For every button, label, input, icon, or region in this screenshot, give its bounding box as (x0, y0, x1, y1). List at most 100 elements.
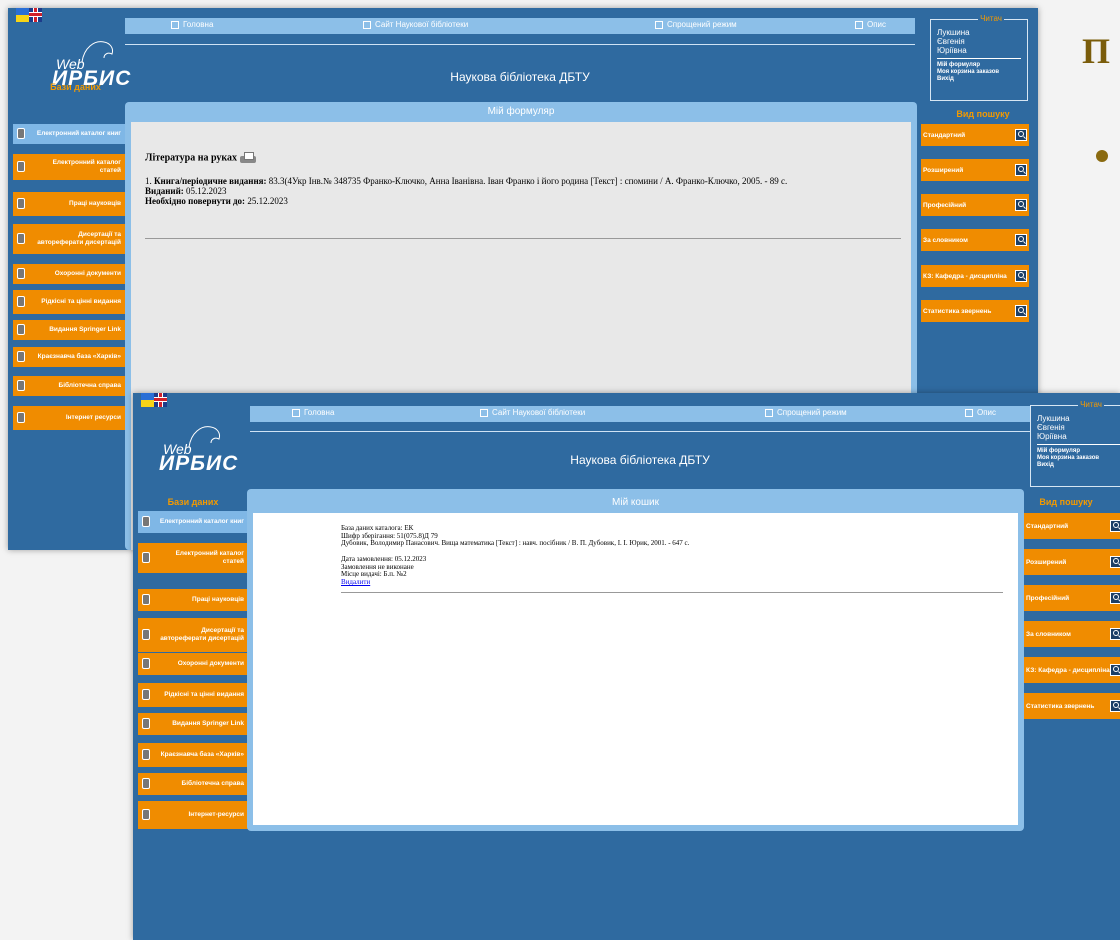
database-item[interactable]: Електронний каталог книг (13, 124, 125, 144)
database-item[interactable]: Дисертації та автореферати дисертацій (138, 618, 248, 652)
reader-divider (1037, 444, 1120, 445)
nav-library-site[interactable]: Сайт Наукової бібліотеки (363, 20, 468, 29)
database-label: Видання Springer Link (172, 720, 244, 727)
database-icon (17, 296, 25, 307)
search-type-item[interactable]: Розширений (1024, 549, 1120, 575)
database-item[interactable]: Охоронні документи (138, 653, 248, 675)
panel-body: База даних каталога: ЕК Шифр зберігання:… (253, 513, 1018, 825)
site-title: Наукова бібліотека ДБТУ (450, 70, 590, 84)
database-icon (142, 689, 150, 700)
database-item[interactable]: Краєзнавча база «Харків» (13, 347, 125, 367)
exit-link[interactable]: Вихід (937, 76, 999, 83)
database-item[interactable]: Праці науковців (13, 192, 125, 216)
database-icon (17, 380, 25, 391)
database-icon (17, 412, 25, 423)
search-type-item[interactable]: КЗ: Кафедра - дисципліна (921, 265, 1029, 287)
delete-link[interactable]: Видалити (341, 578, 1001, 587)
exit-link[interactable]: Вихід (1037, 462, 1099, 469)
search-icon[interactable] (1110, 592, 1120, 604)
search-type-item[interactable]: Стандартний (921, 124, 1029, 146)
language-flags[interactable] (141, 393, 167, 407)
database-label: Електронний каталог статей (175, 550, 244, 565)
nav-library-site[interactable]: Сайт Наукової бібліотеки (480, 408, 585, 417)
nav-simple-mode[interactable]: Спрощений режим (765, 408, 847, 417)
database-label: Електронний каталог книг (159, 518, 244, 525)
ukrainian-flag-icon[interactable] (141, 393, 154, 407)
reader-patronymic: Юріївна (937, 46, 967, 55)
search-icon[interactable] (1110, 700, 1120, 712)
database-item[interactable]: Інтернет-ресурси (138, 801, 248, 829)
database-item[interactable]: Бібліотечна справа (13, 376, 125, 396)
database-icon (17, 128, 25, 139)
my-form-link[interactable]: Мій формуляр (937, 62, 999, 69)
nav-home[interactable]: Головна (292, 408, 334, 417)
database-item[interactable]: Краєзнавча база «Харків» (138, 743, 248, 767)
my-form-link[interactable]: Мій формуляр (1037, 448, 1099, 455)
database-item[interactable]: Дисертації та автореферати дисертацій (13, 224, 125, 254)
database-item[interactable]: Рідкісні та цінні видання (13, 290, 125, 314)
search-type-item[interactable]: За словником (921, 229, 1029, 251)
search-icon[interactable] (1015, 164, 1027, 176)
cart-item: База даних каталога: ЕК Шифр зберігання:… (341, 524, 1001, 587)
home-icon (292, 408, 300, 417)
database-icon (142, 658, 150, 669)
database-item[interactable]: Праці науковців (138, 589, 248, 611)
nav-help[interactable]: Опис (965, 408, 996, 417)
slide-title-fragment: П (1082, 31, 1111, 71)
footer-copyright: © Асоціація ЕБНІТ (612, 800, 659, 806)
database-item[interactable]: Електронний каталог статей (13, 154, 125, 180)
search-type-item[interactable]: Статистика звернень (921, 300, 1029, 322)
printer-icon[interactable] (240, 152, 257, 164)
search-icon[interactable] (1015, 199, 1027, 211)
nav-simple-mode[interactable]: Спрощений режим (655, 20, 737, 29)
search-icon[interactable] (1015, 270, 1027, 282)
search-type-item[interactable]: Статистика звернень (1024, 693, 1120, 719)
my-cart-link[interactable]: Моя корзина заказов (937, 69, 999, 76)
database-icon (142, 516, 150, 527)
nav-help[interactable]: Опис (855, 20, 886, 29)
database-item[interactable]: Рідкісні та цінні видання (138, 683, 248, 707)
search-type-item[interactable]: За словником (1024, 621, 1120, 647)
search-icon[interactable] (1110, 628, 1120, 640)
search-type-label: Вид пошуку (956, 109, 1010, 119)
database-item[interactable]: Бібліотечна справа (138, 773, 248, 795)
search-type-label: Статистика звернень (1026, 702, 1095, 710)
database-item[interactable]: Електронний каталог статей (138, 543, 248, 573)
search-type-item[interactable]: Професійний (921, 194, 1029, 216)
search-icon[interactable] (1015, 234, 1027, 246)
nav-home[interactable]: Головна (171, 20, 213, 29)
search-type-label: За словником (1026, 630, 1071, 638)
search-icon[interactable] (1015, 305, 1027, 317)
database-item[interactable]: Інтернет ресурси (13, 406, 125, 430)
loan-item: 1. Книга/періодичне видання: 83.3(4Укр І… (145, 176, 788, 206)
search-type-item[interactable]: КЗ: Кафедра - дисципліна (1024, 657, 1120, 683)
database-item[interactable]: Електронний каталог книг (138, 511, 248, 533)
database-item[interactable]: Видання Springer Link (13, 320, 125, 340)
search-type-item[interactable]: Стандартний (1024, 513, 1120, 539)
search-type-label: Розширений (1026, 558, 1067, 566)
my-cart-link[interactable]: Моя корзина заказов (1037, 455, 1099, 462)
search-icon[interactable] (1110, 520, 1120, 532)
content-divider (145, 238, 901, 239)
search-type-item[interactable]: Професійний (1024, 585, 1120, 611)
database-icon (17, 324, 25, 335)
database-label: Краєзнавча база «Харків» (37, 353, 121, 360)
search-type-item[interactable]: Розширений (921, 159, 1029, 181)
content-divider (341, 592, 1003, 593)
slide-bullet (1096, 150, 1108, 162)
english-flag-icon[interactable] (154, 393, 167, 407)
database-label: Електронний каталог книг (36, 130, 121, 137)
database-label: Охоронні документи (177, 660, 244, 667)
english-flag-icon[interactable] (29, 8, 42, 22)
top-nav: Головна Сайт Наукової бібліотеки Спрощен… (125, 18, 915, 34)
search-icon[interactable] (1015, 129, 1027, 141)
language-flags[interactable] (16, 8, 42, 22)
database-item[interactable]: Видання Springer Link (138, 713, 248, 735)
reader-legend: Читач (978, 14, 1004, 23)
ukrainian-flag-icon[interactable] (16, 8, 29, 22)
databases-label: Бази даних (50, 82, 101, 92)
search-icon[interactable] (1110, 556, 1120, 568)
database-item[interactable]: Охоронні документи (13, 264, 125, 284)
order-status: Замовлення не виконане (341, 562, 414, 571)
search-icon[interactable] (1110, 664, 1120, 676)
